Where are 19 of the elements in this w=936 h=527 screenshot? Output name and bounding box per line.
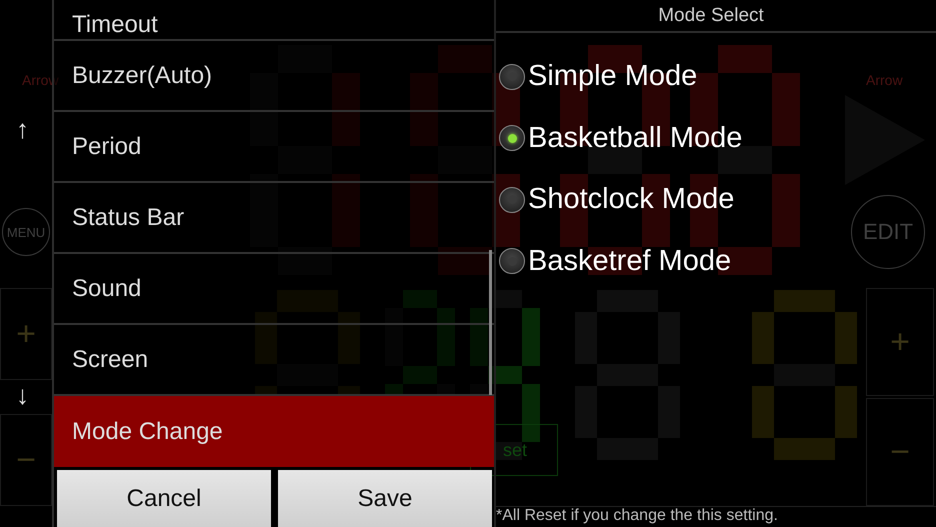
option-label[interactable]: Simple Mode [528,60,698,94]
menu-item[interactable]: Sound [54,254,494,325]
menu-item[interactable]: Period [54,112,494,183]
radio-button[interactable] [499,64,525,90]
radio-button[interactable] [499,248,525,274]
menu-item[interactable]: Screen [54,325,494,396]
option-label[interactable]: Shotclock Mode [528,183,734,216]
dialog-button[interactable]: Cancel [57,470,271,527]
dialog-button[interactable]: Save [278,470,492,527]
menu-item[interactable]: Status Bar [54,183,494,254]
option-label[interactable]: Basketref Mode [528,244,732,278]
arrow-label: Arrow [866,72,903,88]
up-arrow-icon[interactable]: ↑ [16,114,29,145]
radio-button[interactable] [499,125,525,152]
note-text: *All Reset if you change the this setting. [496,506,936,527]
panel-title: Mode Select [496,0,936,33]
menu-item[interactable]: Mode Change [54,396,494,467]
option-label[interactable]: Basketball Mode [528,122,742,155]
down-arrow-icon[interactable]: ↓ [16,380,29,410]
